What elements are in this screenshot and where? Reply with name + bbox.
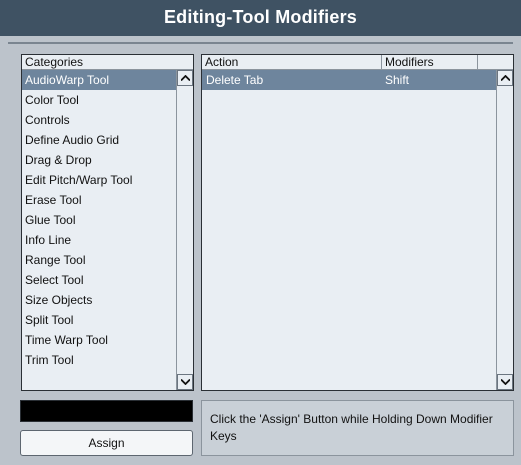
- arrow-up-icon: [500, 75, 510, 81]
- categories-items: AudioWarp Tool Color Tool Controls Defin…: [22, 70, 176, 370]
- category-item-glue-tool[interactable]: Glue Tool: [22, 210, 176, 230]
- category-item-trim-tool[interactable]: Trim Tool: [22, 350, 176, 370]
- arrow-down-icon: [500, 379, 510, 385]
- categories-scrollbar[interactable]: [176, 70, 193, 390]
- category-item-audiowarp-tool[interactable]: AudioWarp Tool: [22, 70, 176, 90]
- category-item-define-audio-grid[interactable]: Define Audio Grid: [22, 130, 176, 150]
- categories-header: Categories: [22, 55, 193, 70]
- arrow-down-icon: [180, 379, 190, 385]
- editing-tool-modifiers-dialog: Editing-Tool Modifiers Categories AudioW…: [0, 0, 521, 465]
- category-item-drag-drop[interactable]: Drag & Drop: [22, 150, 176, 170]
- scroll-up-button[interactable]: [497, 70, 513, 86]
- divider: [8, 42, 513, 44]
- category-item-size-objects[interactable]: Size Objects: [22, 290, 176, 310]
- assign-button[interactable]: Assign: [20, 430, 193, 456]
- empty-column-header: [478, 55, 513, 70]
- category-item-info-line[interactable]: Info Line: [22, 230, 176, 250]
- dialog-title: Editing-Tool Modifiers: [163, 7, 358, 27]
- scroll-down-button[interactable]: [497, 374, 513, 390]
- category-item-edit-pitch-warp-tool[interactable]: Edit Pitch/Warp Tool: [22, 170, 176, 190]
- table-row[interactable]: Delete Tab Shift: [202, 70, 496, 90]
- categories-list: Categories AudioWarp Tool Color Tool Con…: [21, 54, 194, 391]
- category-item-range-tool[interactable]: Range Tool: [22, 250, 176, 270]
- modifier-key-display: [20, 400, 193, 422]
- action-cell: Delete Tab: [206, 73, 264, 87]
- category-item-select-tool[interactable]: Select Tool: [22, 270, 176, 290]
- category-item-color-tool[interactable]: Color Tool: [22, 90, 176, 110]
- scroll-up-button[interactable]: [177, 70, 193, 86]
- modifiers-cell: Shift: [385, 73, 410, 87]
- title-bar: Editing-Tool Modifiers: [0, 0, 521, 36]
- scroll-down-button[interactable]: [177, 374, 193, 390]
- category-item-time-warp-tool[interactable]: Time Warp Tool: [22, 330, 176, 350]
- action-column-header[interactable]: Action: [202, 55, 382, 70]
- hint-text: Click the 'Assign' Button while Holding …: [201, 400, 514, 456]
- modifiers-column-header[interactable]: Modifiers: [382, 55, 478, 70]
- category-item-controls[interactable]: Controls: [22, 110, 176, 130]
- category-item-erase-tool[interactable]: Erase Tool: [22, 190, 176, 210]
- actions-list: Action Modifiers Delete Tab Shift: [201, 54, 514, 391]
- category-item-split-tool[interactable]: Split Tool: [22, 310, 176, 330]
- arrow-up-icon: [180, 75, 190, 81]
- actions-scrollbar[interactable]: [496, 70, 513, 390]
